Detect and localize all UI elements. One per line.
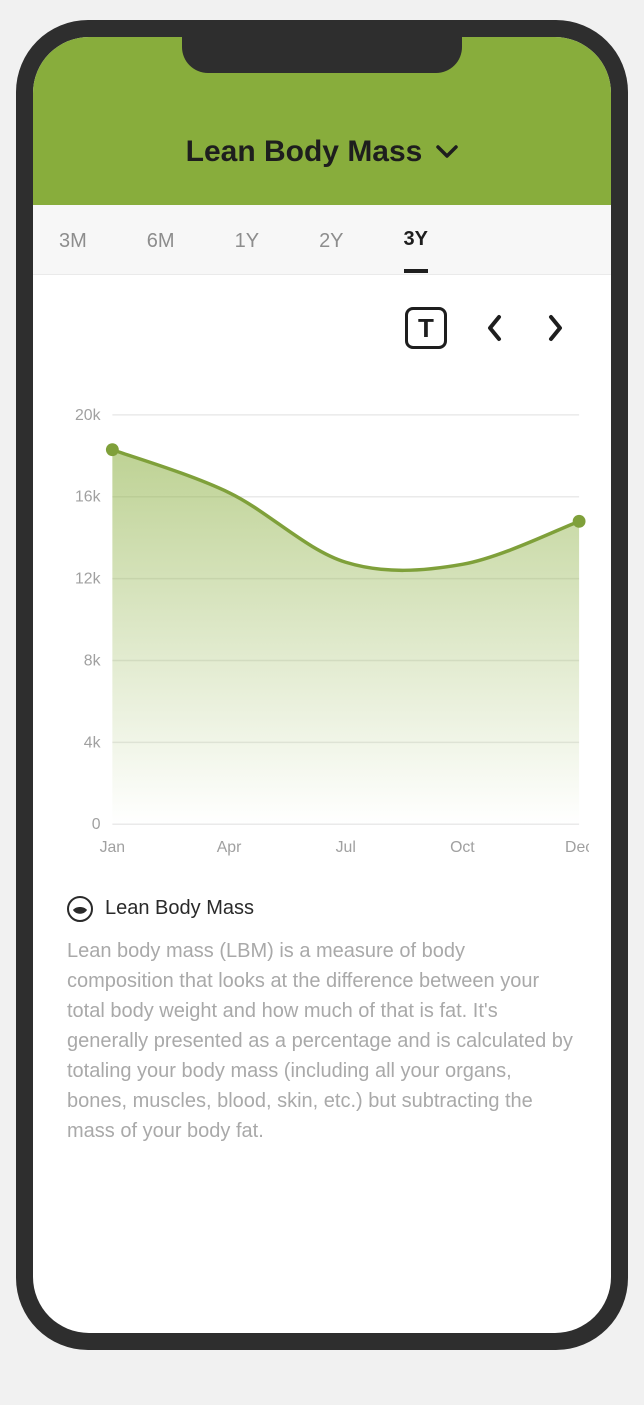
svg-text:20k: 20k — [75, 407, 101, 424]
info-header: Lean Body Mass — [67, 896, 577, 922]
screen: Lean Body Mass 3M 6M 1Y 2Y 3Y T — [33, 37, 611, 1333]
svg-text:Jan: Jan — [100, 839, 126, 856]
next-button[interactable] — [541, 313, 571, 343]
tab-6m[interactable]: 6M — [147, 208, 175, 271]
lean-body-mass-icon — [67, 896, 93, 922]
svg-text:16k: 16k — [75, 489, 101, 506]
chart-toolbar: T — [33, 275, 611, 355]
svg-text:12k: 12k — [75, 571, 101, 588]
chevron-left-icon — [486, 314, 502, 342]
info-body: Lean body mass (LBM) is a measure of bod… — [67, 936, 577, 1146]
chevron-down-icon — [436, 145, 458, 159]
tab-3y[interactable]: 3Y — [404, 206, 428, 273]
svg-text:8k: 8k — [84, 652, 101, 669]
phone-frame: Lean Body Mass 3M 6M 1Y 2Y 3Y T — [16, 20, 628, 1350]
tab-1y[interactable]: 1Y — [235, 208, 259, 271]
metric-selector[interactable]: Lean Body Mass — [186, 135, 459, 169]
phone-notch — [182, 37, 462, 73]
svg-text:Apr: Apr — [217, 839, 242, 856]
svg-text:Jul: Jul — [336, 839, 356, 856]
range-tabs: 3M 6M 1Y 2Y 3Y — [33, 205, 611, 275]
today-button[interactable]: T — [405, 307, 447, 349]
svg-text:0: 0 — [92, 816, 101, 833]
info-title: Lean Body Mass — [105, 897, 254, 920]
tab-3m[interactable]: 3M — [59, 208, 87, 271]
prev-button[interactable] — [479, 313, 509, 343]
svg-text:Dec: Dec — [565, 839, 589, 856]
svg-text:4k: 4k — [84, 734, 101, 751]
page-title: Lean Body Mass — [186, 135, 423, 169]
chart-area: 20k 16k 12k 8k 4k 0 Jan Apr Jul Oct Dec — [33, 355, 611, 870]
info-section: Lean Body Mass Lean body mass (LBM) is a… — [33, 870, 611, 1166]
chevron-right-icon — [548, 314, 564, 342]
tab-2y[interactable]: 2Y — [319, 208, 343, 271]
svg-text:Oct: Oct — [450, 839, 475, 856]
lean-body-mass-chart: 20k 16k 12k 8k 4k 0 Jan Apr Jul Oct Dec — [55, 405, 589, 870]
